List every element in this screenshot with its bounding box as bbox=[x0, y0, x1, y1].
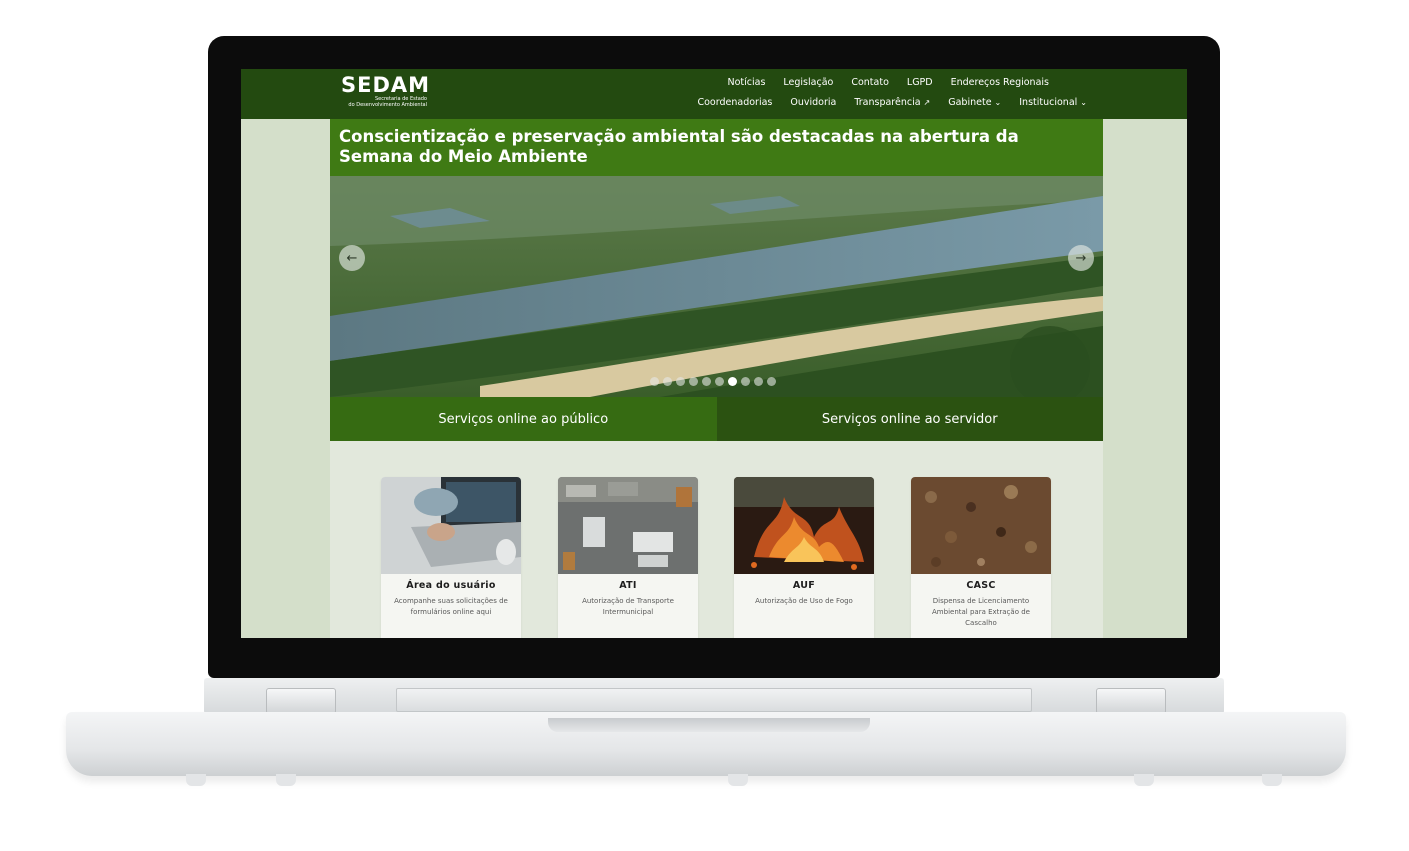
nav-label: Gabinete bbox=[948, 97, 992, 108]
news-headline[interactable]: Conscientização e preservação ambiental … bbox=[330, 119, 1103, 176]
card-title: CASC bbox=[966, 580, 996, 591]
tab-public-services[interactable]: Serviços online ao público bbox=[330, 397, 717, 441]
trackpad-notch bbox=[548, 718, 870, 732]
card-desc-line: Ambiental para Extração de bbox=[932, 608, 1030, 616]
carousel-dots bbox=[650, 377, 776, 386]
card-casc[interactable]: CASC Dispensa de Licenciamento Ambiental… bbox=[911, 477, 1051, 638]
tab-staff-services[interactable]: Serviços online ao servidor bbox=[716, 397, 1103, 441]
carousel-image-river[interactable] bbox=[330, 176, 1103, 397]
card-image-trucks bbox=[558, 477, 698, 574]
nav-item-legislacao[interactable]: Legislação bbox=[783, 77, 833, 88]
carousel-dot[interactable] bbox=[754, 377, 763, 386]
card-area-do-usuario[interactable]: Área do usuário Acompanhe suas solicitaç… bbox=[381, 477, 521, 638]
carousel-dot[interactable] bbox=[702, 377, 711, 386]
laptop-foot bbox=[276, 774, 296, 786]
arrow-right-icon: → bbox=[1075, 250, 1087, 266]
side-pane-left bbox=[241, 119, 330, 638]
card-image-laptop bbox=[381, 477, 521, 574]
sedam-logo[interactable]: SEDAM Secretaria de Estado do Desenvolvi… bbox=[341, 74, 430, 108]
card-desc-line: Autorização de Uso de Fogo bbox=[755, 597, 853, 605]
news-carousel: ← → bbox=[330, 176, 1103, 397]
carousel-dot[interactable] bbox=[741, 377, 750, 386]
nav-label: Transparência bbox=[854, 97, 921, 108]
carousel-dot[interactable] bbox=[676, 377, 685, 386]
laptop-foot bbox=[1134, 774, 1154, 786]
card-desc-line: Cascalho bbox=[965, 619, 997, 627]
carousel-dot[interactable] bbox=[728, 377, 737, 386]
card-title: ATI bbox=[619, 580, 637, 591]
card-description: Acompanhe suas solicitações de formulári… bbox=[381, 596, 521, 618]
carousel-dot[interactable] bbox=[650, 377, 659, 386]
card-desc-line: Acompanhe suas solicitações de bbox=[394, 597, 508, 605]
card-title: Área do usuário bbox=[406, 580, 496, 591]
card-description: Autorização de Transporte Intermunicipal bbox=[558, 596, 698, 618]
nav-label: Coordenadorias bbox=[697, 97, 773, 108]
side-pane-right bbox=[1103, 119, 1187, 638]
main-nav: Coordenadorias Ouvidoria Transparência ↗ … bbox=[697, 97, 1087, 108]
external-link-icon: ↗ bbox=[923, 98, 931, 107]
service-tabs: Serviços online ao público Serviços onli… bbox=[330, 397, 1103, 441]
card-desc-line: Intermunicipal bbox=[602, 608, 654, 616]
nav-item-ouvidoria[interactable]: Ouvidoria bbox=[790, 97, 836, 108]
laptop-foot bbox=[1262, 774, 1282, 786]
nav-label: Ouvidoria bbox=[790, 97, 837, 108]
carousel-dot[interactable] bbox=[663, 377, 672, 386]
nav-item-institucional[interactable]: Institucional ⌄ bbox=[1019, 97, 1087, 108]
card-description: Dispensa de Licenciamento Ambiental para… bbox=[911, 596, 1051, 629]
laptop-screen: SEDAM Secretaria de Estado do Desenvolvi… bbox=[241, 69, 1187, 638]
nav-item-noticias[interactable]: Notícias bbox=[728, 77, 766, 88]
card-image-gravel bbox=[911, 477, 1051, 574]
hinge-right bbox=[1096, 688, 1166, 714]
card-desc-line: Autorização de Transporte bbox=[582, 597, 674, 605]
services-cards: Área do usuário Acompanhe suas solicitaç… bbox=[330, 441, 1103, 638]
laptop-foot bbox=[728, 774, 748, 786]
card-description: Autorização de Uso de Fogo bbox=[734, 596, 874, 607]
carousel-next-button[interactable]: → bbox=[1068, 245, 1094, 271]
arrow-left-icon: ← bbox=[346, 250, 358, 266]
logo-title: SEDAM bbox=[341, 73, 431, 97]
card-ati[interactable]: ATI Autorização de Transporte Intermunic… bbox=[558, 477, 698, 638]
carousel-dot[interactable] bbox=[715, 377, 724, 386]
carousel-dot[interactable] bbox=[767, 377, 776, 386]
chevron-down-icon: ⌄ bbox=[1080, 98, 1087, 107]
nav-label: Institucional bbox=[1019, 97, 1078, 108]
top-nav: Notícias Legislação Contato LGPD Endereç… bbox=[728, 77, 1050, 88]
nav-item-enderecos-regionais[interactable]: Endereços Regionais bbox=[951, 77, 1049, 88]
carousel-prev-button[interactable]: ← bbox=[339, 245, 365, 271]
card-image-fire bbox=[734, 477, 874, 574]
nav-item-lgpd[interactable]: LGPD bbox=[907, 77, 933, 88]
card-auf[interactable]: AUF Autorização de Uso de Fogo bbox=[734, 477, 874, 638]
nav-item-transparencia[interactable]: Transparência ↗ bbox=[854, 97, 930, 108]
card-desc-line: formulários online aqui bbox=[410, 608, 492, 616]
laptop-foot bbox=[186, 774, 206, 786]
hinge-center bbox=[396, 688, 1032, 712]
nav-item-contato[interactable]: Contato bbox=[851, 77, 889, 88]
logo-subtitle-2: do Desenvolvimento Ambiental bbox=[348, 102, 427, 108]
site-header: SEDAM Secretaria de Estado do Desenvolvi… bbox=[241, 69, 1187, 119]
chevron-down-icon: ⌄ bbox=[994, 98, 1002, 107]
nav-item-coordenadorias[interactable]: Coordenadorias bbox=[697, 97, 772, 108]
hinge-left bbox=[266, 688, 336, 714]
card-title: AUF bbox=[792, 580, 816, 591]
card-desc-line: Dispensa de Licenciamento bbox=[932, 597, 1030, 605]
nav-item-gabinete[interactable]: Gabinete ⌄ bbox=[948, 97, 1001, 108]
carousel-dot[interactable] bbox=[689, 377, 698, 386]
